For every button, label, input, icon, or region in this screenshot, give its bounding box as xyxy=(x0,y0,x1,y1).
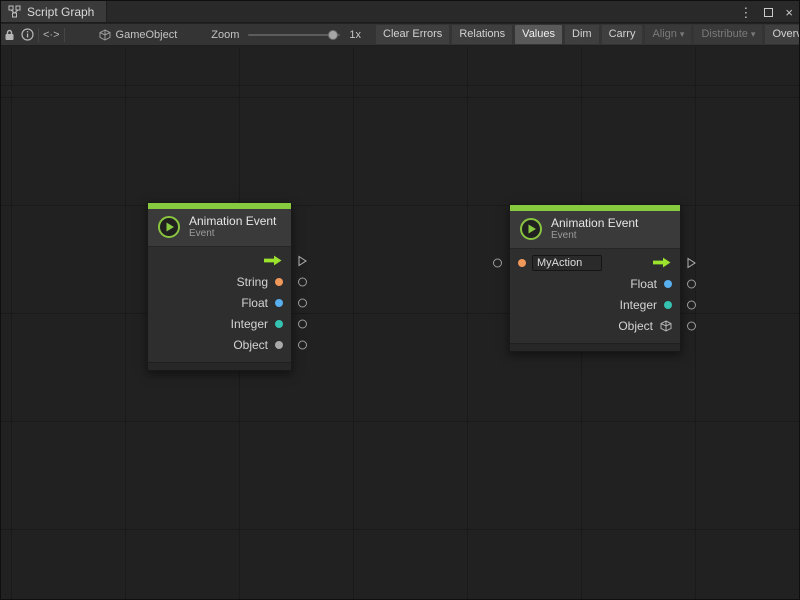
control-output-row xyxy=(148,250,291,271)
node-subtitle: Event xyxy=(189,228,276,240)
float-type-dot xyxy=(664,280,672,288)
flow-arrow-icon xyxy=(652,257,672,268)
control-output-port[interactable] xyxy=(687,257,696,268)
node-header[interactable]: Animation Event Event xyxy=(510,211,680,249)
float-type-dot xyxy=(275,299,283,307)
zoom-value: 1x xyxy=(349,29,361,41)
clear-errors-button[interactable]: Clear Errors xyxy=(376,25,449,44)
node-animation-event-2[interactable]: Animation Event Event MyAction xyxy=(509,204,681,352)
tab-title: Script Graph xyxy=(27,5,94,19)
chevron-down-icon: ▾ xyxy=(680,29,685,39)
graph-canvas[interactable]: Animation Event Event String xyxy=(1,47,799,599)
node-footer xyxy=(148,362,291,370)
dim-button[interactable]: Dim xyxy=(565,25,599,44)
titlebar: Script Graph ⋮ × xyxy=(1,1,799,23)
integer-output-port[interactable] xyxy=(687,300,696,309)
flow-arrow-icon xyxy=(263,255,283,266)
integer-type-dot xyxy=(664,301,672,309)
zoom-slider-knob[interactable] xyxy=(328,30,338,40)
name-input-port[interactable] xyxy=(493,258,502,267)
node-footer xyxy=(510,343,680,351)
close-icon[interactable]: × xyxy=(785,6,793,19)
float-output-port[interactable] xyxy=(687,279,696,288)
port-label: Float xyxy=(241,296,268,310)
action-name-input[interactable]: MyAction xyxy=(532,255,602,271)
output-row-float: Float xyxy=(510,273,680,294)
event-play-icon xyxy=(519,217,543,241)
integer-type-dot xyxy=(275,320,283,328)
event-play-icon xyxy=(157,215,181,239)
lock-icon[interactable] xyxy=(4,26,15,44)
graph-toolbar: <·> GameObject Zoom 1x Clear Errors Rela… xyxy=(1,24,799,46)
output-row-string: String xyxy=(148,271,291,292)
toolbar-divider xyxy=(64,28,65,42)
chevron-down-icon: ▾ xyxy=(751,29,756,39)
float-output-port[interactable] xyxy=(298,298,307,307)
port-label: Object xyxy=(233,338,268,352)
port-label: String xyxy=(237,275,268,289)
integer-output-port[interactable] xyxy=(298,319,307,328)
distribute-label: Distribute xyxy=(701,28,747,40)
output-row-integer: Integer xyxy=(510,294,680,315)
node-title: Animation Event xyxy=(189,214,276,228)
zoom-label: Zoom xyxy=(211,29,239,41)
port-label: Integer xyxy=(231,317,268,331)
align-button[interactable]: Align ▾ xyxy=(645,25,691,44)
object-type-dot xyxy=(275,341,283,349)
carry-button[interactable]: Carry xyxy=(602,25,643,44)
relations-button[interactable]: Relations xyxy=(452,25,512,44)
overview-button[interactable]: Overv xyxy=(765,25,799,44)
name-input-row: MyAction xyxy=(510,252,680,273)
output-row-object: Object xyxy=(510,315,680,336)
gameobject-icon xyxy=(99,29,111,41)
node-animation-event-1[interactable]: Animation Event Event String xyxy=(147,202,292,371)
menu-icon[interactable]: ⋮ xyxy=(739,6,752,19)
graph-icon xyxy=(8,5,21,18)
object-output-port[interactable] xyxy=(687,321,696,330)
string-type-dot xyxy=(275,278,283,286)
zoom-slider-track xyxy=(248,34,340,36)
object-output-port[interactable] xyxy=(298,340,307,349)
zoom-control: Zoom 1x xyxy=(211,28,361,42)
output-row-object: Object xyxy=(148,334,291,355)
string-type-dot xyxy=(518,259,526,267)
output-row-float: Float xyxy=(148,292,291,313)
align-label: Align xyxy=(652,28,676,40)
code-view-icon[interactable]: <·> xyxy=(43,26,60,44)
gameobject-label: GameObject xyxy=(116,29,178,41)
maximize-icon[interactable] xyxy=(764,8,773,17)
control-output-port[interactable] xyxy=(298,255,307,266)
node-body: String Float Integer Object xyxy=(148,247,291,357)
window-controls: ⋮ × xyxy=(739,1,793,23)
cube-icon xyxy=(660,320,672,332)
distribute-button[interactable]: Distribute ▾ xyxy=(694,25,762,44)
zoom-slider[interactable] xyxy=(248,28,340,42)
node-title: Animation Event xyxy=(551,216,638,230)
port-label: Object xyxy=(618,319,653,333)
tab-script-graph[interactable]: Script Graph xyxy=(1,1,107,22)
port-label: Float xyxy=(630,277,657,291)
gameobject-reference[interactable]: GameObject xyxy=(99,29,178,41)
values-button[interactable]: Values xyxy=(515,25,562,44)
output-row-integer: Integer xyxy=(148,313,291,334)
info-icon[interactable] xyxy=(21,26,34,44)
toolbar-divider xyxy=(38,28,39,42)
node-header[interactable]: Animation Event Event xyxy=(148,209,291,247)
string-output-port[interactable] xyxy=(298,277,307,286)
port-label: Integer xyxy=(620,298,657,312)
node-subtitle: Event xyxy=(551,230,638,242)
node-body: MyAction Float Integer xyxy=(510,249,680,338)
script-graph-window: Script Graph ⋮ × <·> xyxy=(0,0,800,600)
